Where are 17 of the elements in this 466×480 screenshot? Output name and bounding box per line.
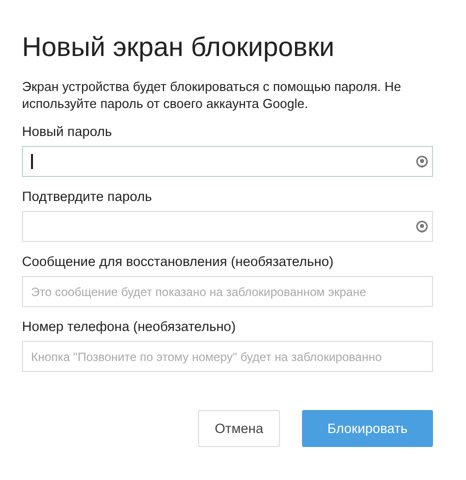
field-label: Номер телефона (необязательно) xyxy=(22,318,236,336)
text-cursor xyxy=(31,154,32,169)
placeholder-text: Это сообщение будет показано на заблокированном экране xyxy=(31,284,366,298)
field-label: Подтвердите пароль xyxy=(22,188,152,206)
dialog-button[interactable]: Блокировать xyxy=(302,410,433,447)
field-label: Сообщение для восстановления (необязательно) xyxy=(22,253,334,271)
input-field[interactable]: Кнопка "Позвоните по этому номеру" будет на заблокированно xyxy=(22,341,433,372)
dialog-title: Новый экран блокировки xyxy=(22,31,336,64)
placeholder-text: Кнопка "Позвоните по этому номеру" будет на заблокированно xyxy=(31,350,382,364)
description-text: Экран устройства будет блокироваться с помощью пароля. Не используйте пароль от своего аккаунта Google. xyxy=(22,78,402,112)
dialog-button[interactable]: Отмена xyxy=(198,410,280,447)
input-field[interactable] xyxy=(22,211,433,242)
input-field[interactable]: Это сообщение будет показано на заблокированном экране xyxy=(22,276,433,307)
show-password-icon[interactable] xyxy=(415,220,429,234)
show-password-icon[interactable] xyxy=(415,155,429,169)
input-field[interactable] xyxy=(22,146,433,177)
field-label: Новый пароль xyxy=(22,123,112,141)
